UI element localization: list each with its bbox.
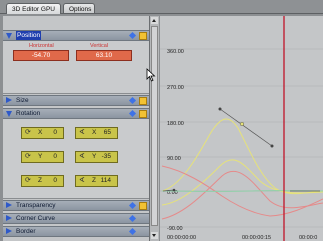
horizontal-label: Horizontal <box>29 43 54 49</box>
bezier-handle-line <box>219 108 273 147</box>
section-rotation-header[interactable]: Rotation <box>3 108 149 119</box>
vertical-field[interactable]: 63.10 <box>76 50 132 61</box>
keyframe-diamond-icon[interactable] <box>128 31 137 40</box>
mouse-pointer-icon <box>146 68 156 82</box>
tab-bar: 3D Editor GPU Options <box>0 0 323 14</box>
y-tick-label: 270.00 <box>167 85 184 91</box>
rotate-icon: ⟳ <box>25 177 31 184</box>
x-tick-label: 00:00:00:15 <box>242 235 271 241</box>
scroll-up-icon[interactable] <box>151 17 158 24</box>
section-size-label: Size <box>16 97 29 104</box>
keyframe-diamond-icon[interactable] <box>128 201 137 210</box>
collapse-triangle-icon[interactable] <box>6 33 12 39</box>
expand-triangle-icon[interactable] <box>6 228 12 234</box>
rotation-y-field[interactable]: ⟳ Y 0 <box>21 151 64 163</box>
section-transparency-label: Transparency <box>16 202 56 209</box>
section-size-header[interactable]: Size <box>3 95 149 106</box>
section-position-body: Horizontal Vertical -54.70 63.10 <box>3 41 149 93</box>
scroll-down-icon[interactable] <box>151 232 158 239</box>
scrollbar-thumb[interactable] <box>151 26 158 226</box>
y-tick-label: 90.00 <box>167 156 181 162</box>
rotate-icon: ⟳ <box>25 153 31 160</box>
collapse-triangle-icon[interactable] <box>6 111 12 117</box>
y-tick-label: 360.00 <box>167 49 184 55</box>
properties-panel: Position Horizontal Vertical -54.70 63.1… <box>3 16 150 241</box>
section-corner-curve-header[interactable]: Corner Curve <box>3 213 149 224</box>
angle-icon: ∢ <box>79 177 85 184</box>
section-corner-curve-label: Corner Curve <box>16 215 56 222</box>
angle-icon: ∢ <box>79 129 85 136</box>
expand-triangle-icon[interactable] <box>6 97 12 103</box>
properties-scrollbar[interactable] <box>149 16 159 241</box>
rotate-icon: ⟳ <box>25 129 31 136</box>
angle-y-field[interactable]: ∢ Y -35 <box>75 151 118 163</box>
keyframe-square-icon[interactable] <box>139 32 147 40</box>
keyframe-diamond-icon[interactable] <box>128 96 137 105</box>
section-divider <box>3 198 149 199</box>
keyframe-square-icon[interactable] <box>139 110 147 118</box>
curve-y-rotation[interactable] <box>161 118 323 195</box>
vertical-label: Vertical <box>90 43 109 49</box>
expand-triangle-icon[interactable] <box>6 215 12 221</box>
bezier-handle-point[interactable] <box>172 188 176 192</box>
angle-x-field[interactable]: ∢ X 65 <box>75 127 118 139</box>
section-position-label: Position <box>16 31 42 40</box>
section-divider <box>3 93 149 94</box>
angle-icon: ∢ <box>79 153 85 160</box>
keyframe-point[interactable] <box>239 121 245 127</box>
bezier-handle-point[interactable] <box>218 107 222 111</box>
keyframe-diamond-icon[interactable] <box>128 109 137 118</box>
rotation-z-field[interactable]: ⟳ Z 0 <box>21 175 64 187</box>
horizontal-field[interactable]: -54.70 <box>13 50 69 61</box>
rotation-x-field[interactable]: ⟳ X 0 <box>21 127 64 139</box>
keyframe-square-icon[interactable] <box>139 97 147 105</box>
x-tick-label: 00:00:00:00 <box>167 235 196 241</box>
section-rotation-body: ⟳ X 0 ∢ X 65 ⟳ Y 0 ∢ Y -35 ⟳ Z 0 ∢ Z 114 <box>3 119 149 198</box>
section-rotation-label: Rotation <box>16 110 41 117</box>
keyframe-square-icon[interactable] <box>139 202 147 210</box>
keyframe-diamond-icon[interactable] <box>128 214 137 223</box>
section-border-header[interactable]: Border <box>3 226 149 237</box>
y-tick-label: -90.00 <box>167 226 183 232</box>
graph-gridlines <box>160 48 323 228</box>
keyframe-diamond-icon[interactable] <box>128 227 137 236</box>
angle-z-field[interactable]: ∢ Z 114 <box>75 175 118 187</box>
x-tick-label: 00:00:0 <box>299 235 317 241</box>
section-border-label: Border <box>16 228 36 235</box>
section-transparency-header[interactable]: Transparency <box>3 200 149 211</box>
curve-x-rotation[interactable] <box>161 159 323 206</box>
tab-3d-editor-gpu[interactable]: 3D Editor GPU <box>6 3 61 14</box>
bezier-handle-point[interactable] <box>270 144 274 148</box>
curve-graph[interactable]: 360.00 270.00 180.00 90.00 0.00 -90.00 0… <box>160 16 323 241</box>
expand-triangle-icon[interactable] <box>6 202 12 208</box>
y-tick-label: 180.00 <box>167 121 184 127</box>
section-position-header[interactable]: Position <box>3 30 149 41</box>
curve-graph-canvas: 360.00 270.00 180.00 90.00 0.00 -90.00 0… <box>160 16 323 241</box>
